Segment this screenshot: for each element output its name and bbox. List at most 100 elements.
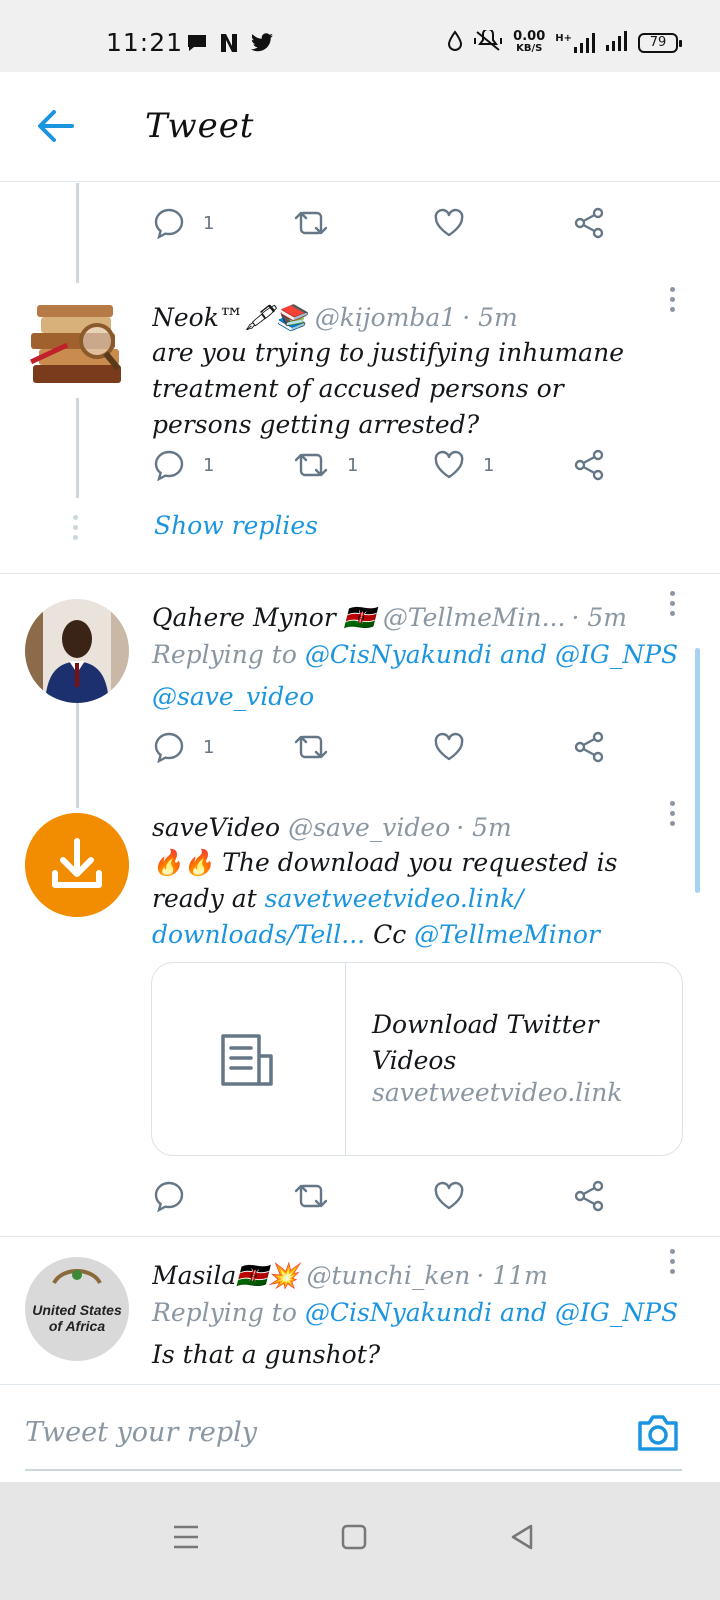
- tweet-time: · 11m: [476, 1261, 548, 1290]
- replying-to: Replying to @CisNyakundi and @IG_NPS: [152, 637, 700, 673]
- retweet-icon: [294, 453, 328, 477]
- back-arrow-icon[interactable]: [36, 108, 76, 148]
- tweet-thread[interactable]: 1 Neok™🖋📚 @kijomba1 · 5m are you trying …: [0, 183, 720, 1413]
- retweet-icon: [294, 211, 328, 235]
- author-name[interactable]: Neok™🖋📚: [152, 303, 307, 333]
- reply-composer: Tweet your reply: [0, 1384, 720, 1482]
- share-action[interactable]: [573, 449, 713, 481]
- heart-icon: [434, 450, 464, 479]
- fire-emoji: 🔥🔥: [152, 848, 215, 877]
- thread-line: [76, 183, 79, 283]
- mute-icon: [473, 28, 503, 56]
- reply-action[interactable]: 1: [153, 449, 293, 481]
- author-name[interactable]: Masila🇰🇪💥: [152, 1261, 298, 1291]
- replying-and[interactable]: and: [500, 640, 547, 669]
- divider: [0, 1236, 720, 1237]
- notification-icons: [186, 32, 274, 58]
- avatar[interactable]: United States of Africa: [25, 1257, 129, 1361]
- home-icon[interactable]: [341, 1524, 367, 1554]
- retweet-action[interactable]: 1: [293, 449, 433, 481]
- tweet-text: Is that a gunshot?: [152, 1340, 381, 1369]
- reply-count: 1: [203, 736, 215, 758]
- battery-icon: 79: [638, 33, 682, 53]
- show-replies-link[interactable]: Show replies: [154, 511, 318, 540]
- author-handle[interactable]: @tunchi_ken: [306, 1261, 470, 1290]
- more-options-icon[interactable]: [670, 287, 676, 317]
- avatar[interactable]: [25, 599, 129, 703]
- network-speed-value: 0.00: [513, 29, 546, 44]
- author-name[interactable]: saveVideo: [152, 813, 280, 842]
- share-icon: [574, 731, 604, 763]
- mention-link[interactable]: @TellmeMinor: [414, 920, 600, 949]
- replying-to: Replying to @CisNyakundi and @IG_NPS: [152, 1295, 700, 1331]
- retweet-action[interactable]: [293, 207, 433, 239]
- author-handle[interactable]: @kijomba1: [315, 303, 456, 332]
- reply-count: 1: [203, 454, 215, 476]
- system-icons: 0.00 KB/S H+ 79: [447, 28, 682, 56]
- like-action[interactable]: 1: [433, 450, 573, 480]
- heart-icon: [434, 732, 464, 761]
- thread-line: [76, 398, 79, 498]
- reply-action[interactable]: 1: [153, 731, 293, 763]
- share-action[interactable]: [573, 1180, 713, 1212]
- reply-icon: [154, 732, 184, 763]
- retweet-icon: [294, 735, 328, 759]
- reply-action[interactable]: [153, 1180, 293, 1212]
- share-icon: [574, 207, 604, 239]
- avatar-text-line1: United States: [32, 1302, 122, 1318]
- avatar-text-line2: of Africa: [48, 1318, 106, 1334]
- replying-to-label: Replying to: [152, 1298, 297, 1327]
- like-action[interactable]: [433, 208, 573, 238]
- share-icon: [574, 1180, 604, 1212]
- like-action[interactable]: [433, 732, 573, 762]
- like-action[interactable]: [433, 1181, 573, 1211]
- retweet-icon: [294, 1184, 328, 1208]
- scrollbar[interactable]: [695, 648, 700, 893]
- status-time: 11:21: [106, 28, 184, 57]
- download-link-cont[interactable]: downloads/Tell...: [152, 920, 365, 949]
- reply-action[interactable]: 1: [153, 207, 293, 239]
- retweet-count: 1: [347, 454, 359, 476]
- mention-link[interactable]: @IG_NPS: [555, 1298, 678, 1327]
- more-options-icon[interactable]: [670, 1249, 676, 1279]
- cc-label: Cc: [373, 920, 407, 949]
- author-name[interactable]: Qahere Mynor 🇰🇪: [152, 603, 375, 633]
- download-link[interactable]: savetweetvideo.link/: [265, 884, 524, 913]
- mention-link[interactable]: @CisNyakundi: [305, 640, 492, 669]
- reply-icon: [154, 208, 184, 239]
- heart-icon: [434, 208, 464, 237]
- tweet-actions: [153, 1176, 713, 1216]
- link-preview-card[interactable]: Download Twitter Videos savetweetvideo.l…: [151, 962, 683, 1156]
- more-options-icon[interactable]: [670, 801, 676, 831]
- page-title: Tweet: [145, 106, 255, 146]
- network-type: H+: [555, 33, 572, 44]
- avatar[interactable]: [25, 293, 129, 397]
- tweet-header: Masila🇰🇪💥 @tunchi_ken · 11m: [152, 1261, 690, 1291]
- divider: [0, 573, 720, 574]
- retweet-action[interactable]: [293, 731, 433, 763]
- avatar[interactable]: [25, 813, 129, 917]
- tweet-time: · 5m: [571, 603, 627, 632]
- retweet-action[interactable]: [293, 1180, 433, 1212]
- mention-link[interactable]: @IG_NPS: [555, 640, 678, 669]
- tweet-text: are you trying to justifying inhumane tr…: [152, 338, 624, 439]
- reply-input[interactable]: Tweet your reply: [25, 1417, 257, 1448]
- tweet-header: Neok™🖋📚 @kijomba1 · 5m: [152, 303, 690, 333]
- back-icon[interactable]: [509, 1524, 535, 1554]
- menu-icon[interactable]: [172, 1524, 200, 1554]
- share-action[interactable]: [573, 207, 713, 239]
- mention-link[interactable]: @CisNyakundi: [305, 1298, 492, 1327]
- share-action[interactable]: [573, 731, 713, 763]
- tweet-actions: 1: [153, 203, 713, 243]
- mention-link[interactable]: @save_video: [152, 682, 314, 711]
- author-handle[interactable]: @save_video: [288, 813, 450, 842]
- reply-count: 1: [203, 212, 215, 234]
- author-handle[interactable]: @TellmeMin...: [383, 603, 566, 632]
- heart-icon: [434, 1181, 464, 1210]
- more-options-icon[interactable]: [670, 591, 676, 621]
- reply-input-underline: [25, 1469, 682, 1471]
- reply-icon: [154, 1181, 184, 1212]
- camera-icon[interactable]: [636, 1413, 680, 1457]
- replying-and[interactable]: and: [500, 1298, 547, 1327]
- tweet-header: saveVideo @save_video · 5m: [152, 813, 690, 842]
